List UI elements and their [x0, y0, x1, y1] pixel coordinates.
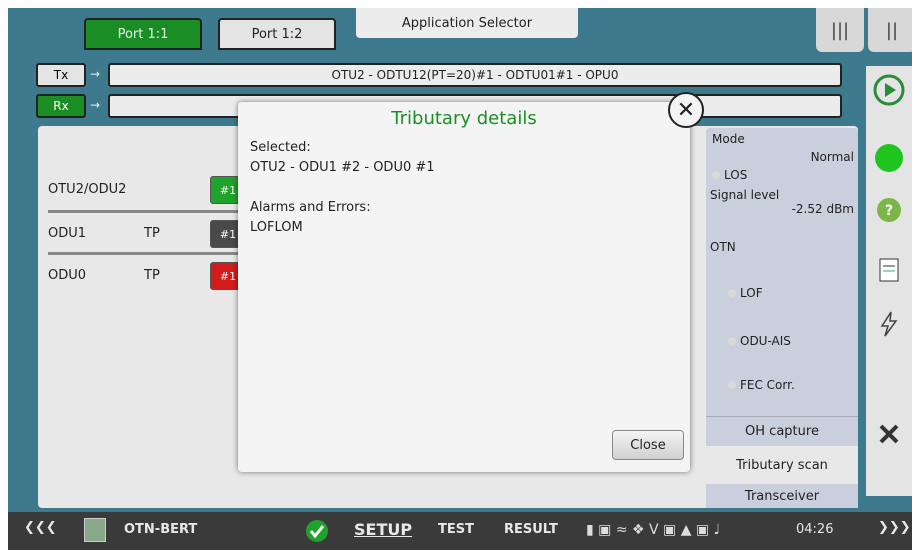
- selected-value: OTU2 - ODU1 #2 - ODU0 #1: [250, 160, 435, 175]
- led-icon: [712, 171, 720, 179]
- arrow-right-icon: →: [90, 67, 101, 81]
- los-indicator: LOS: [712, 168, 747, 182]
- fec-label: FEC Corr.: [740, 378, 795, 392]
- status-panel: Mode Normal LOS Signal level -2.52 dBm O…: [706, 128, 858, 508]
- mode-label: Mode: [712, 132, 745, 146]
- dialog-title: Tributary details: [391, 108, 537, 129]
- tx-path-field[interactable]: OTU2 - ODTU12(PT=20)#1 - ODTU01#1 - OPU0: [108, 63, 842, 87]
- tributary-row[interactable]: ODU0 TP #1: [48, 260, 256, 294]
- tributary-row[interactable]: OTU2/ODU2 #1: [48, 174, 256, 208]
- divider: [48, 210, 256, 213]
- led-icon: [728, 337, 736, 345]
- alarms-label: Alarms and Errors:: [250, 200, 371, 215]
- tributary-tp: TP: [144, 268, 160, 283]
- alarms-value: LOFLOM: [250, 220, 303, 235]
- bottom-bar: ❮❮❮ OTN-BERT SETUP TEST RESULT ▮ ▣ ≈ ❖ V…: [8, 512, 912, 550]
- tributary-name: OTU2/ODU2: [48, 182, 127, 197]
- odu-ais-indicator: ODU-AIS: [728, 334, 791, 348]
- chevron-right-icon[interactable]: ❯❯❯: [878, 520, 911, 535]
- clock: 04:26: [796, 522, 834, 537]
- signal-label: Signal level: [710, 188, 780, 202]
- led-icon: [728, 289, 736, 297]
- close-icon[interactable]: ✕: [668, 92, 704, 128]
- los-label: LOS: [724, 168, 748, 182]
- arrow-right-icon: →: [90, 98, 101, 112]
- tab-result[interactable]: RESULT: [504, 522, 558, 537]
- tab-setup[interactable]: SETUP: [354, 520, 412, 539]
- tab-tributary-scan[interactable]: Tributary scan: [706, 446, 858, 484]
- report-icon[interactable]: [873, 254, 905, 286]
- tributary-tp: TP: [144, 226, 160, 241]
- lightning-icon[interactable]: [873, 308, 905, 340]
- lof-indicator: LOF: [728, 286, 763, 300]
- app-icon: [84, 518, 106, 542]
- mode-value: Normal: [810, 150, 854, 164]
- led-icon: [728, 381, 736, 389]
- odu-ais-label: ODU-AIS: [740, 334, 791, 348]
- application-selector-button[interactable]: Application Selector: [356, 8, 578, 38]
- tab-oh-capture[interactable]: OH capture: [706, 416, 858, 446]
- right-toolbar: ?: [866, 66, 912, 496]
- selected-label: Selected:: [250, 140, 311, 155]
- help-icon[interactable]: ?: [873, 194, 905, 226]
- otn-label: OTN: [710, 240, 736, 254]
- lof-label: LOF: [740, 286, 763, 300]
- menu-handle-icon[interactable]: ||: [868, 8, 912, 52]
- svg-text:?: ?: [885, 203, 893, 219]
- close-icon[interactable]: [873, 418, 905, 450]
- signal-value: -2.52 dBm: [791, 202, 854, 216]
- system-tray-icons: ▮ ▣ ≈ ❖ V ▣ ▲ ▣ ♩: [586, 522, 721, 538]
- tributary-name: ODU0: [48, 268, 87, 283]
- tab-transceiver[interactable]: Transceiver: [706, 484, 858, 508]
- play-icon[interactable]: [873, 74, 905, 106]
- tab-port-1-1[interactable]: Port 1:1: [84, 18, 202, 50]
- app-name: OTN-BERT: [124, 522, 198, 537]
- menu-handle-icon[interactable]: |||: [816, 8, 864, 52]
- tributary-row[interactable]: ODU1 TP #1: [48, 218, 256, 252]
- tributary-name: ODU1: [48, 226, 87, 241]
- tributary-details-dialog: Tributary details Selected: OTU2 - ODU1 …: [238, 102, 690, 472]
- tab-test[interactable]: TEST: [438, 522, 474, 537]
- fec-indicator: FEC Corr.: [728, 378, 795, 392]
- divider: [48, 252, 256, 255]
- close-button[interactable]: Close: [612, 430, 684, 460]
- rx-button[interactable]: Rx: [36, 94, 86, 118]
- status-led-icon: [873, 142, 905, 174]
- check-icon: [304, 518, 330, 548]
- tab-port-1-2[interactable]: Port 1:2: [218, 18, 336, 50]
- instrument-screen: Port 1:1 Port 1:2 Application Selector |…: [8, 8, 912, 550]
- tx-button[interactable]: Tx: [36, 63, 86, 87]
- chevron-left-icon[interactable]: ❮❮❮: [24, 520, 57, 535]
